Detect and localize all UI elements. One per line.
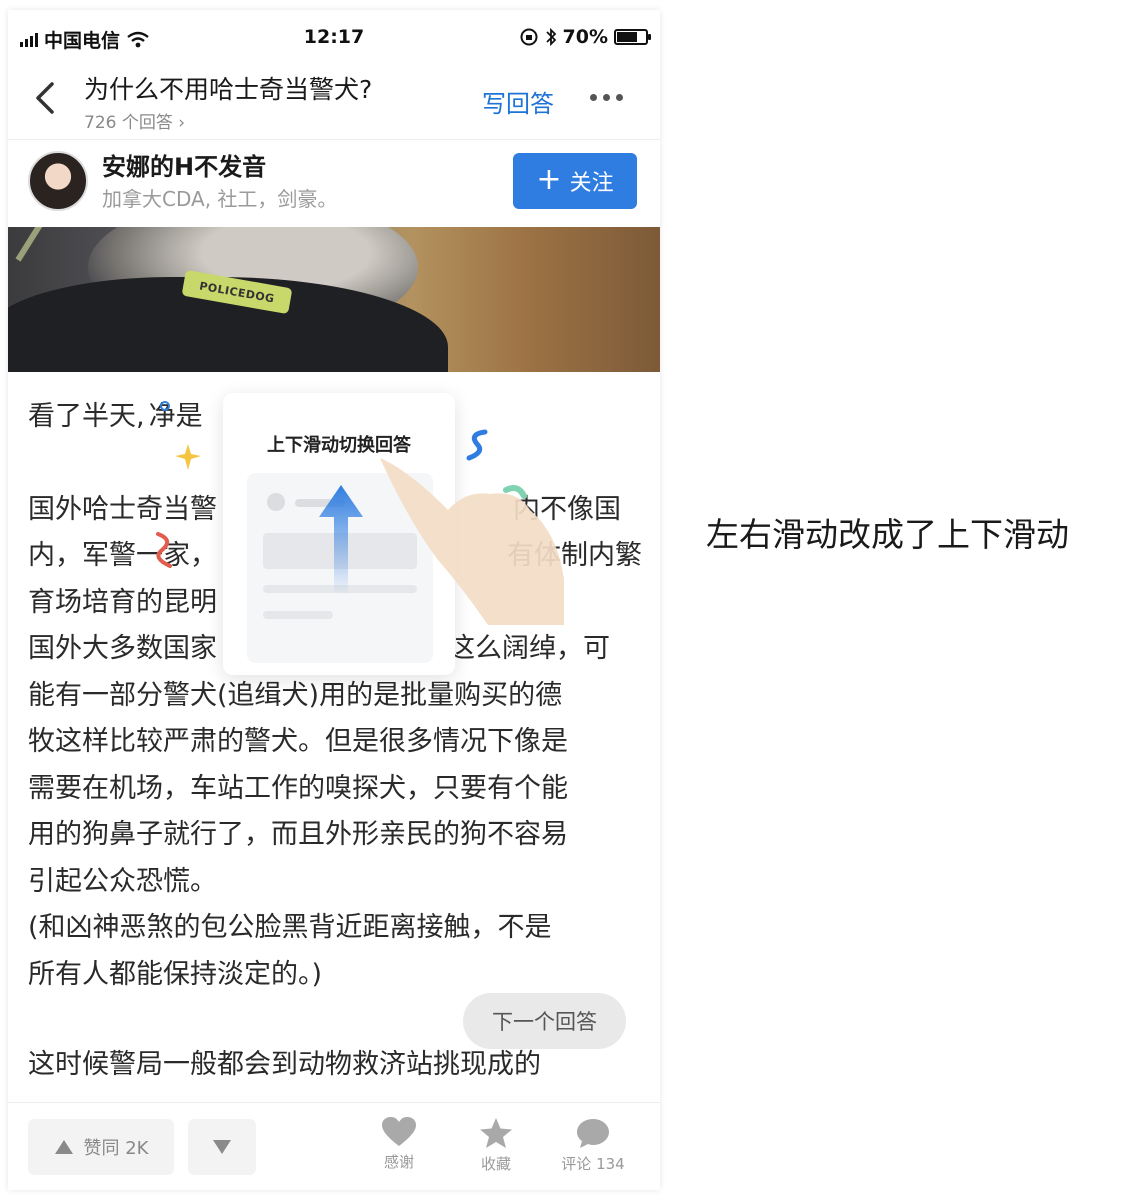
police-dog-photo: POLICEDOG <box>8 227 660 372</box>
star-sparkle-icon <box>175 444 201 470</box>
article-line: 能有一部分警犬(追缉犬)用的是批量购买的德 <box>28 679 563 711</box>
downvote-button[interactable] <box>188 1119 256 1175</box>
answer-count-link[interactable]: 726 个回答 › <box>84 108 185 133</box>
upvote-label: 赞同 2K <box>83 1138 149 1159</box>
heart-icon <box>382 1117 416 1146</box>
triangle-up-icon <box>54 1140 73 1154</box>
author-name[interactable]: 安娜的H不发音 <box>102 147 266 182</box>
question-header: 为什么不用哈士奇当警犬? 726 个回答 › 写回答 <box>8 62 660 140</box>
article-line: (和凶神恶煞的包公脸黑背近距离接触，不是 <box>28 912 552 943</box>
author-bio: 加拿大CDA, 社工，剑豪。 <box>102 187 338 211</box>
comment-button[interactable]: 评论 134 <box>545 1117 641 1174</box>
battery-level <box>617 32 637 42</box>
thanks-button[interactable]: 感谢 <box>351 1117 447 1172</box>
question-title[interactable]: 为什么不用哈士奇当警犬? <box>84 70 372 106</box>
status-bar: 中国电信 12:17 70% <box>8 10 660 62</box>
chevron-left-icon[interactable] <box>28 80 64 116</box>
favorite-label: 收藏 <box>480 1155 511 1173</box>
avatar[interactable] <box>28 151 88 211</box>
circle-sparkle-icon <box>160 401 170 411</box>
lock-rotation-icon <box>520 28 538 46</box>
author-row: 安娜的H不发音 加拿大CDA, 社工，剑豪。 + 关注 <box>8 141 660 227</box>
more-dots-icon[interactable] <box>590 94 623 101</box>
bluetooth-icon <box>545 27 556 47</box>
upvote-button[interactable]: 赞同 2K <box>28 1119 174 1175</box>
comment-bubble-icon <box>577 1119 609 1148</box>
follow-label: 关注 <box>569 171 614 196</box>
star-icon <box>480 1118 512 1148</box>
article-line: 所有人都能保持淡定的。) <box>28 958 323 990</box>
article-line: 用的狗鼻子就行了，而且外形亲民的狗不容易 <box>28 819 568 850</box>
next-answer-button[interactable]: 下一个回答 <box>463 993 626 1049</box>
favorite-button[interactable]: 收藏 <box>448 1117 544 1174</box>
status-right: 70% <box>519 26 651 48</box>
arrow-up-icon <box>319 485 363 595</box>
annotation-caption: 左右滑动改成了上下滑动 <box>706 515 1069 554</box>
article-line: 需要在机场，车站工作的嗅探犬，只要有个能 <box>28 772 568 804</box>
battery-percent: 70% <box>562 26 608 48</box>
thanks-label: 感谢 <box>383 1153 414 1171</box>
article-line: 引起公众恐慌。 <box>28 865 217 897</box>
battery-icon <box>614 29 651 45</box>
article-line: 牧这样比较严肃的警犬。但是很多情况下像是 <box>28 726 568 757</box>
comment-label: 评论 134 <box>561 1155 625 1173</box>
write-answer-button[interactable]: 写回答 <box>482 84 554 119</box>
plus-icon: + <box>536 161 562 197</box>
phone-screen: 中国电信 12:17 70% 为什么不用哈士奇当警犬? 726 个回答 › 写回… <box>8 10 660 1190</box>
bottom-action-bar: 赞同 2K 感谢 收藏 评论 134 <box>8 1102 660 1190</box>
squiggle-red-icon <box>156 532 172 568</box>
follow-button[interactable]: + 关注 <box>513 153 637 209</box>
triangle-down-icon <box>213 1140 231 1154</box>
hand-swipe-icon <box>380 458 564 625</box>
